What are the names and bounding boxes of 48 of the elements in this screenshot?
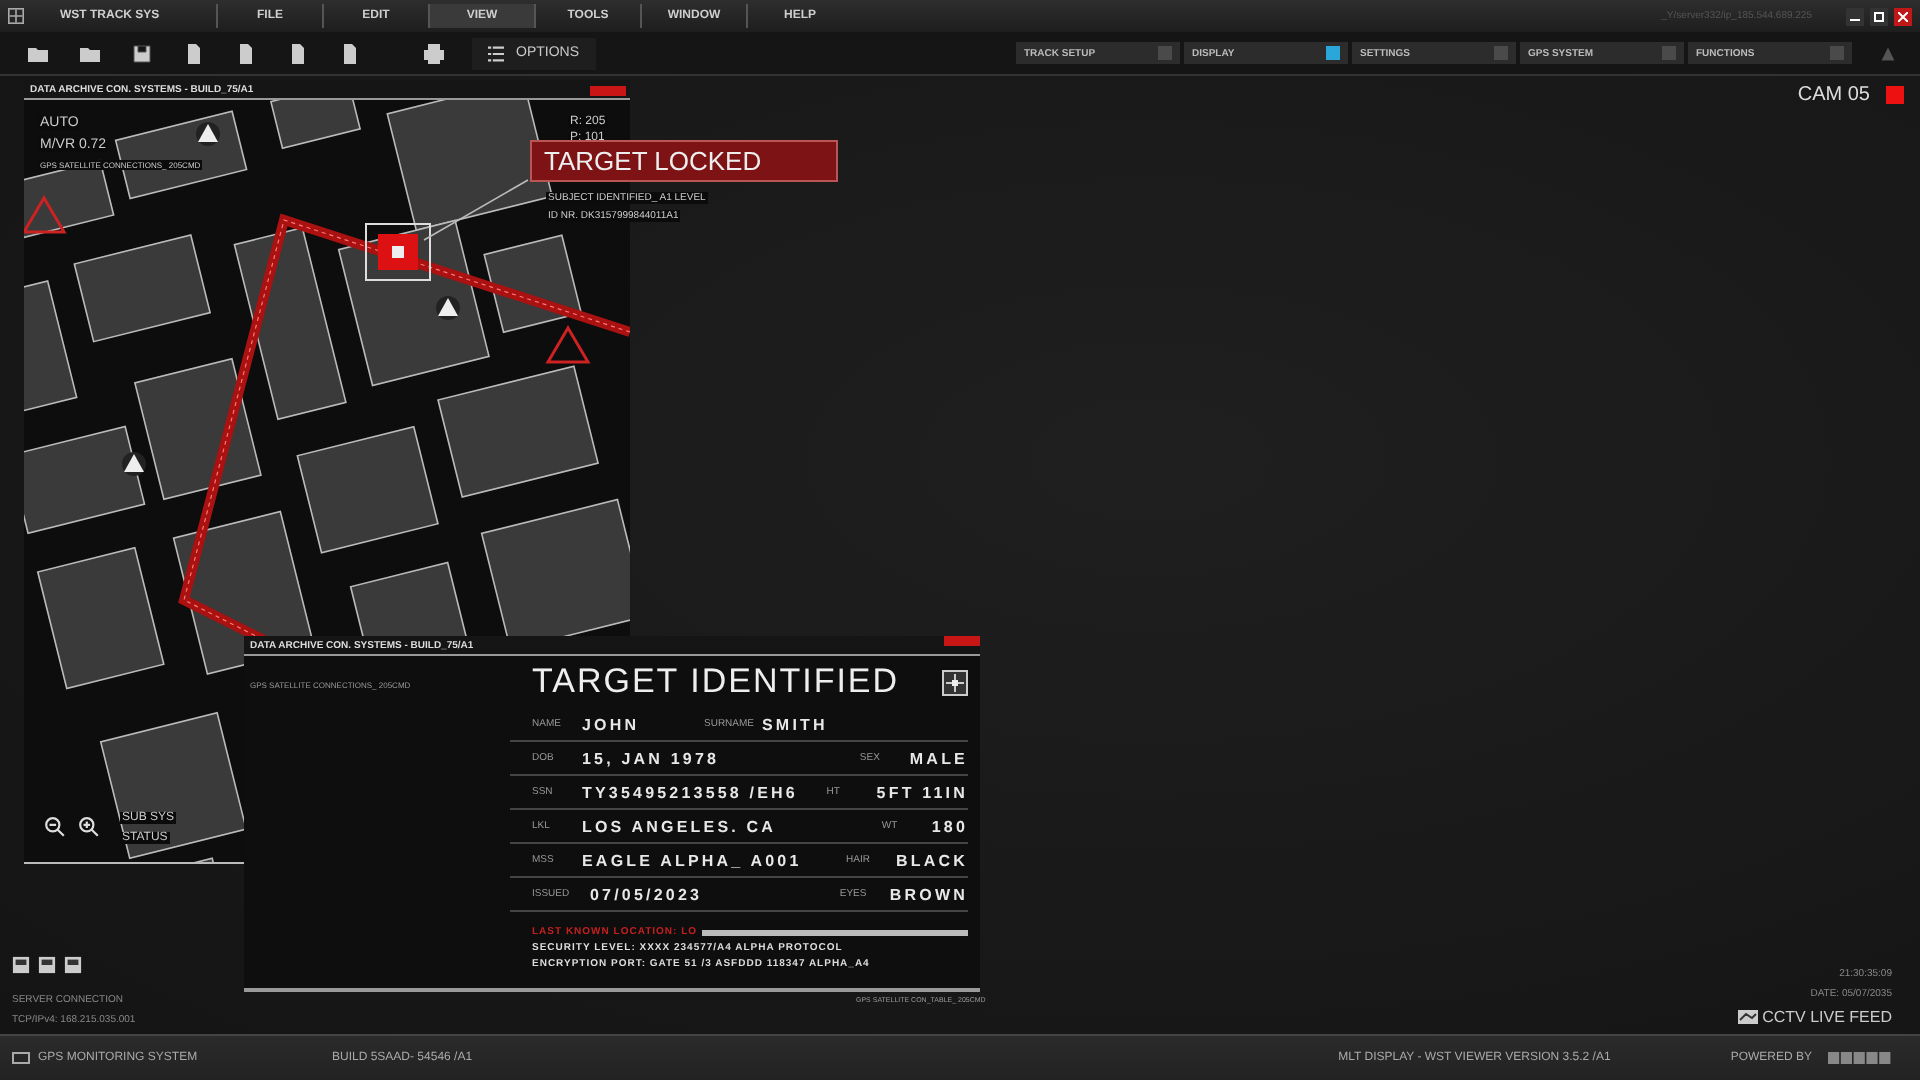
warning-triangle-icon	[24, 195, 67, 234]
document-icon	[340, 43, 360, 63]
close-button[interactable]	[1894, 7, 1912, 25]
list-icon	[488, 45, 504, 61]
close-icon	[1898, 11, 1908, 21]
feed-text: CCTV LIVE FEED	[1762, 1008, 1892, 1026]
field-value: BLACK	[896, 851, 968, 869]
save-icon[interactable]	[12, 956, 30, 974]
marker-triangle-icon	[122, 452, 146, 476]
card-heading: TARGET IDENTIFIED	[532, 662, 900, 702]
warning-icon	[1880, 45, 1896, 61]
field-value: MALE	[909, 749, 968, 767]
zoom-in-icon[interactable]	[78, 816, 100, 838]
marker-triangle-icon	[436, 296, 460, 320]
app-grid-icon	[8, 8, 24, 24]
marker-triangle-icon	[196, 122, 220, 146]
folder-icon	[28, 43, 48, 63]
monitor-icon	[12, 1051, 30, 1065]
document-icon	[236, 43, 256, 63]
field-value: 5FT 11IN	[876, 783, 968, 801]
field-value: TY35495213558 /EH6	[582, 783, 800, 801]
target-reticle-icon	[365, 223, 431, 281]
document-icon	[184, 43, 204, 63]
status-indicator	[944, 636, 980, 646]
warning-triangle-icon	[545, 325, 591, 364]
maximize-icon	[1874, 11, 1884, 21]
field-value: LOS ANGELES. CA	[582, 817, 779, 835]
brand-logo-icon	[1828, 1052, 1892, 1064]
field-value: SMITH	[762, 715, 830, 733]
field-value: EAGLE ALPHA_ A001	[582, 851, 804, 869]
toolbar-button[interactable]	[420, 39, 448, 67]
field-value: 15, JAN 1978	[582, 749, 722, 767]
toolbar-button[interactable]	[128, 39, 156, 67]
folders-icon	[80, 43, 100, 63]
zoom-out-icon[interactable]	[44, 816, 66, 838]
field-value: JOHN	[582, 715, 642, 733]
camera-label: CAM 05	[1797, 84, 1870, 106]
minimize-button[interactable]	[1846, 7, 1864, 25]
crosshair-icon	[942, 669, 968, 695]
field-value: BROWN	[889, 885, 968, 903]
field-value: 180	[931, 817, 968, 835]
maximize-button[interactable]	[1870, 7, 1888, 25]
field-value: 07/05/2023	[590, 885, 705, 903]
status-indicator	[590, 86, 626, 96]
save-icon[interactable]	[38, 956, 56, 974]
target-locked-banner: TARGET LOCKED	[530, 140, 838, 182]
save-icon	[132, 43, 152, 63]
document-icon	[288, 43, 308, 63]
